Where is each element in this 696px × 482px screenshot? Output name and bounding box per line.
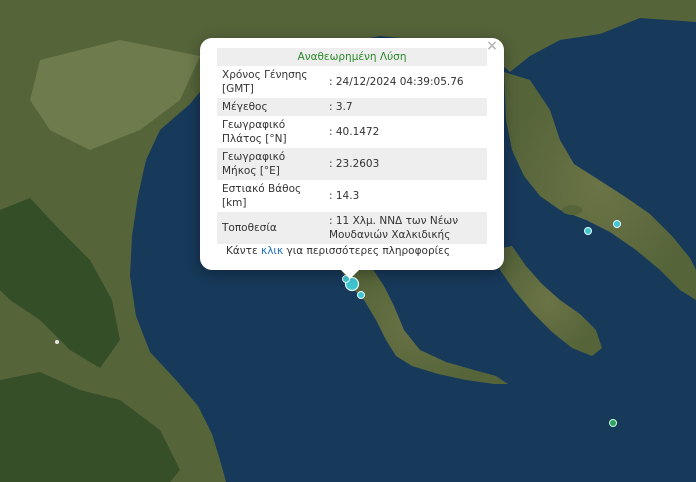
more-info-text: Κάντε κλικ για περισσότερες πληροφορίες <box>226 245 450 257</box>
map-point-white <box>55 340 59 344</box>
popup-title-row: Αναθεωρημένη Λύση <box>217 48 487 66</box>
close-icon[interactable]: × <box>485 39 499 53</box>
detail-row-depth: Εστιακό Βάθος [km] : 14.3 <box>217 180 487 212</box>
earthquake-marker[interactable] <box>584 227 592 235</box>
more-info-prefix: Κάντε <box>226 245 262 257</box>
detail-row-location: Τοποθεσία : 11 Χλμ. ΝΝΔ των Νέων Μουδανι… <box>217 212 487 244</box>
more-info-suffix: για περισσότερες πληροφορίες <box>283 245 451 257</box>
detail-row-magnitude: Μέγεθος : 3.7 <box>217 98 487 116</box>
earthquake-marker[interactable] <box>357 291 365 299</box>
detail-label: Εστιακό Βάθος [km] <box>222 183 302 209</box>
detail-value: : 11 Χλμ. ΝΝΔ των Νέων Μουδανιών Χαλκιδι… <box>324 212 487 244</box>
detail-row-latitude: Γεωγραφικό Πλάτος [°N] : 40.1472 <box>217 116 487 148</box>
popup-title: Αναθεωρημένη Λύση <box>217 48 487 66</box>
detail-label: Μέγεθος <box>217 98 324 116</box>
more-info-link[interactable]: κλικ <box>261 245 283 257</box>
detail-row-origin-time: Χρόνος Γένησης [GMT] : 24/12/2024 04:39:… <box>217 66 487 98</box>
earthquake-marker-green[interactable] <box>609 419 617 427</box>
detail-value: : 23.2603 <box>324 148 487 180</box>
detail-value: : 40.1472 <box>329 126 380 138</box>
island <box>562 205 582 215</box>
detail-label: Γεωγραφικό Μήκος [°E] <box>217 148 324 180</box>
detail-value: : 3.7 <box>324 98 487 116</box>
detail-label: Τοποθεσία <box>217 212 324 244</box>
popup-tip <box>339 268 361 279</box>
detail-row-longitude: Γεωγραφικό Μήκος [°E] : 23.2603 <box>217 148 487 180</box>
earthquake-details-table: Αναθεωρημένη Λύση Χρόνος Γένησης [GMT] :… <box>217 48 487 244</box>
detail-value: : 14.3 <box>329 190 360 202</box>
detail-label: Γεωγραφικό Πλάτος [°N] <box>222 119 287 145</box>
detail-value: : 24/12/2024 04:39:05.76 <box>329 76 464 88</box>
detail-label: Χρόνος Γένησης [GMT] <box>222 69 308 95</box>
earthquake-marker[interactable] <box>613 220 621 228</box>
earthquake-info-popup: × Αναθεωρημένη Λύση Χρόνος Γένησης [GMT]… <box>200 38 504 270</box>
